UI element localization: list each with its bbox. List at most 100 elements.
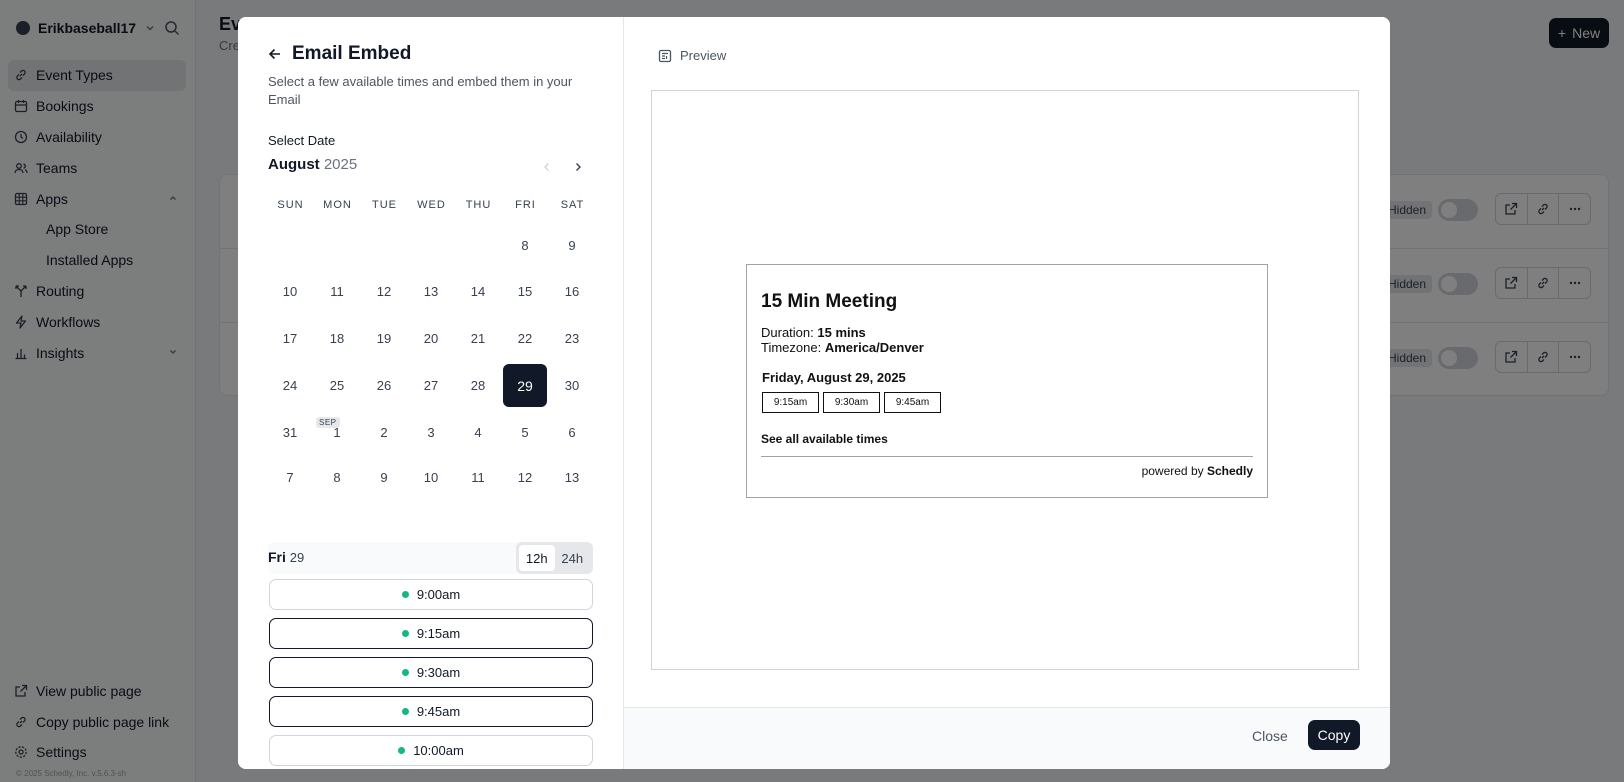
calendar-day[interactable]: 26 [362,364,406,407]
available-dot [401,708,409,715]
calendar-day[interactable]: 7 [268,456,312,499]
see-all-times-link[interactable]: See all available times [761,432,888,446]
preview-pane: Preview 15 Min Meeting Duration: 15 mins… [623,17,1390,769]
weekday-header: THU [465,199,492,211]
selected-day-number: 29 [289,550,305,565]
email-date: Friday, August 29, 2025 [762,370,906,385]
weekday-header: TUE [372,199,397,211]
chevron-left-icon[interactable] [540,160,554,174]
preview-header: Preview [658,48,726,63]
powered-by: powered by Schedly [1142,464,1253,478]
slots-header: Fri 29 12h 24h [268,542,593,574]
format-12h-button[interactable]: 12h [519,545,555,571]
calendar-day[interactable]: 10 [409,456,453,499]
dialog-header: Email Embed [268,43,411,65]
brand-name: Schedly [1206,464,1253,478]
month-label: August 2025 [268,156,357,173]
time-slot-label: 10:00am [413,743,464,758]
calendar-day[interactable]: 4 [456,411,500,454]
preview-label: Preview [680,48,727,63]
time-slot-button[interactable]: 9:15am [269,618,593,649]
duration-line: Duration: 15 mins [761,325,866,340]
event-title: 15 Min Meeting [761,291,898,312]
calendar-day[interactable]: 11 [456,456,500,499]
time-slot-button[interactable]: 9:45am [269,696,593,727]
calendar-day[interactable]: 18 [315,317,359,360]
calendar-day[interactable]: 16 [550,270,594,313]
calendar-day[interactable]: 11 [315,270,359,313]
date-time-picker-pane: Email Embed Select a few available times… [238,17,623,769]
weekday-header: SAT [560,199,585,211]
layout-icon [658,49,672,62]
calendar-day[interactable]: 12 [503,456,547,499]
time-slot-label: 9:30am [416,665,461,680]
divider [761,456,1253,457]
calendar-day[interactable]: 13 [550,456,594,499]
weekday-header: MON [323,199,352,211]
calendar-day[interactable]: 10 [268,270,312,313]
calendar-day[interactable]: 13 [409,270,453,313]
calendar-day-selected[interactable]: 29 [503,364,547,407]
year: 2025 [323,156,358,173]
calendar-day[interactable]: 31 [268,411,312,454]
weekday-header: WED [417,199,446,211]
calendar-day[interactable]: 6 [550,411,594,454]
copy-button[interactable]: Copy [1308,720,1360,750]
time-slot-label: 9:45am [416,704,461,719]
chevron-right-icon[interactable] [571,160,585,174]
calendar-day[interactable]: 15 [503,270,547,313]
weekday-header: SUN [277,199,304,211]
available-dot [401,591,409,598]
month-name: August [268,156,320,173]
powered-prefix: powered by [1141,464,1204,478]
calendar-day[interactable]: 9 [550,224,594,267]
time-slot-button[interactable]: 9:00am [269,579,593,610]
selected-weekday: Fri [268,549,286,565]
timezone-label: Timezone: [761,340,822,355]
calendar-day[interactable]: 24 [268,364,312,407]
time-slot-button[interactable]: 9:30am [269,657,593,688]
calendar-day[interactable]: 20 [409,317,453,360]
email-card: 15 Min Meeting Duration: 15 mins Timezon… [746,264,1268,498]
calendar-day[interactable]: 22 [503,317,547,360]
calendar-day[interactable]: 9 [362,456,406,499]
time-format-toggle: 12h 24h [516,542,593,574]
calendar-day[interactable]: 23 [550,317,594,360]
close-button[interactable]: Close [1248,724,1292,748]
dialog-footer: Close Copy [624,707,1390,769]
calendar-day[interactable]: 8 [315,456,359,499]
calendar-day[interactable]: 14 [456,270,500,313]
calendar-day[interactable]: 3 [409,411,453,454]
calendar-day[interactable]: 8 [503,224,547,267]
timezone-value: America/Denver [824,340,924,355]
available-dot [398,747,406,754]
dialog-description: Select a few available times and embed t… [268,74,573,107]
email-time-slot[interactable]: 9:30am [823,392,880,413]
select-date-label: Select Date [268,133,336,148]
timezone-line: Timezone: America/Denver [761,340,924,355]
dialog-title: Email Embed [292,43,412,64]
time-slot-button[interactable]: 10:00am [269,735,593,766]
arrow-left-icon[interactable] [268,47,282,61]
calendar-day[interactable]: 28 [456,364,500,407]
format-24h-button[interactable]: 24h [555,545,591,571]
calendar-day[interactable]: 30 [550,364,594,407]
calendar-day[interactable]: 5 [503,411,547,454]
next-month-tag: SEP [316,417,340,428]
calendar-day[interactable]: 2 [362,411,406,454]
email-time-slot[interactable]: 9:15am [762,392,819,413]
calendar-day[interactable]: 21 [456,317,500,360]
calendar-day[interactable]: 12 [362,270,406,313]
calendar-day[interactable]: 25 [315,364,359,407]
email-time-slot[interactable]: 9:45am [884,392,941,413]
duration-label: Duration: [761,325,814,340]
weekday-header: FRI [515,199,536,211]
email-preview-frame: 15 Min Meeting Duration: 15 mins Timezon… [651,90,1359,670]
calendar-day[interactable]: 19 [362,317,406,360]
email-embed-dialog: Email Embed Select a few available times… [238,17,1390,769]
calendar-day[interactable]: 17 [268,317,312,360]
selected-date-label: Fri 29 [268,549,304,565]
calendar-day[interactable]: 27 [409,364,453,407]
duration-value: 15 mins [817,325,866,340]
time-slot-label: 9:00am [416,587,461,602]
